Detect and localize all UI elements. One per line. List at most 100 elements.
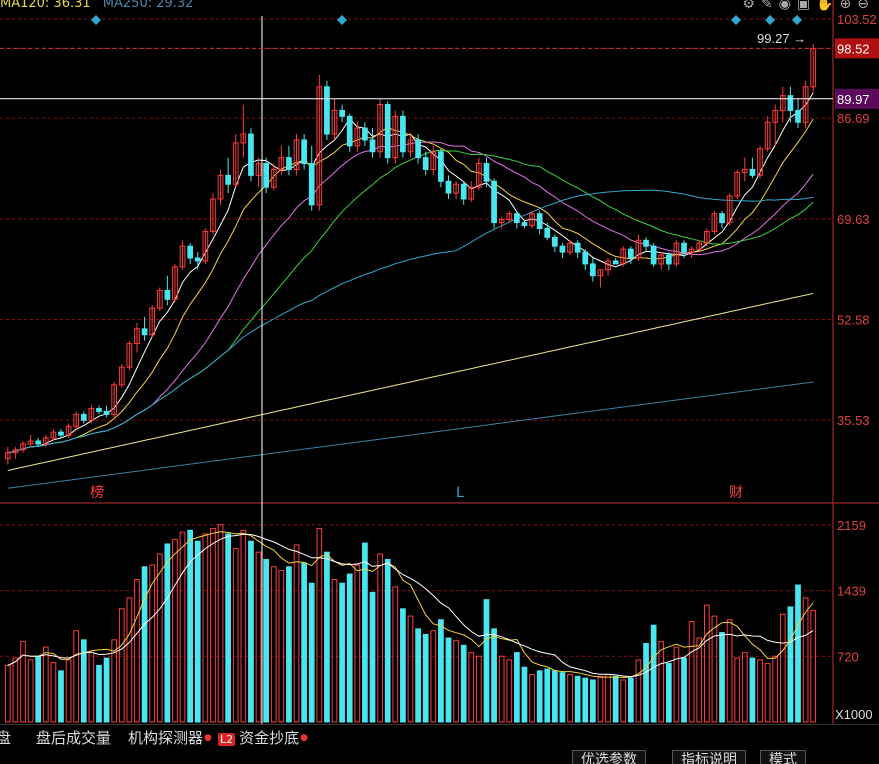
volume-bar (453, 640, 459, 723)
volume-bar (688, 621, 695, 723)
candle-body (187, 245, 194, 259)
ma10-line (7, 118, 814, 454)
candle-body (665, 254, 672, 265)
candle-body (384, 104, 391, 159)
volume-bar (377, 553, 383, 723)
volume-bar (658, 641, 665, 723)
volume-bar (438, 619, 444, 723)
candle-body (400, 115, 406, 153)
volume-bar (118, 608, 125, 723)
candle-body (559, 245, 566, 253)
button-label: 指标说明 (681, 752, 737, 764)
volume-bar (346, 573, 353, 723)
volume-bar (627, 677, 634, 723)
kline-chart[interactable]: 103.52 98.52 89.97 86.69 69.63 52.58 35.53 2159… (0, 0, 879, 724)
candle-body (286, 157, 292, 170)
event-diamond-icon (337, 15, 347, 25)
candle-body (194, 257, 201, 262)
candle-body (103, 410, 110, 415)
volume-tick-label: 1439 (837, 584, 866, 599)
volume-tick-label: 2159 (837, 518, 866, 533)
volume-bar (567, 674, 573, 723)
new-dot-icon: ● (300, 733, 309, 743)
volume-bar (301, 562, 307, 723)
volume-bar (149, 564, 156, 723)
candle-body (544, 227, 551, 238)
volume-bar (476, 655, 482, 723)
volume-bar (202, 533, 209, 723)
volume-bar (521, 666, 528, 723)
volume-bar (308, 582, 315, 723)
candle-body (552, 236, 558, 247)
volume-bar (65, 659, 72, 723)
volume-bar (681, 657, 687, 723)
volume-bar (164, 543, 171, 723)
volume-bar (270, 566, 277, 723)
tab-institution-detector[interactable]: 机构探测器● (128, 728, 212, 748)
volume-bar (810, 610, 817, 723)
volume-bar (331, 579, 338, 723)
volume-bar (422, 633, 429, 723)
candle-body (35, 440, 42, 445)
tab-fund-bottom[interactable]: L2 资金抄底● (218, 728, 308, 748)
price-tick-label: 89.97 (837, 92, 870, 107)
volume-bar (339, 582, 345, 723)
volume-bar (141, 566, 148, 723)
volume-bar (741, 652, 748, 723)
volume-bar (772, 655, 779, 723)
volume-ma-lines (7, 531, 814, 678)
candle-body (80, 413, 87, 421)
button-label: 模式 (769, 752, 797, 764)
candle-body (643, 239, 649, 247)
bottom-button-bar: 优选参数 指标说明 模式 (0, 750, 879, 764)
button-label: 优选参数 (581, 752, 637, 764)
volume-bar (210, 527, 216, 723)
volume-bar (749, 657, 756, 723)
volume-bar (552, 670, 558, 723)
volume-series (4, 524, 817, 723)
volume-bar (217, 524, 224, 723)
candle-body (422, 157, 429, 170)
volume-bar (529, 674, 535, 723)
volume-bar (574, 675, 581, 723)
candle-body (719, 213, 725, 224)
price-tick-label: 86.69 (837, 111, 870, 126)
volume-bar (506, 659, 513, 723)
new-dot-icon: ● (204, 733, 212, 743)
volume-bar (491, 628, 497, 723)
price-tick-label: 98.52 (837, 41, 870, 56)
volume-bar (703, 604, 710, 723)
volume-bar (795, 584, 801, 723)
candle-body (164, 289, 171, 300)
ma250-line (7, 381, 814, 489)
volume-bar (20, 641, 26, 723)
event-diamond-icon (765, 15, 775, 25)
volume-bar (27, 659, 34, 723)
volume-bar (544, 668, 551, 723)
tab-pan[interactable]: 盘 (0, 728, 11, 748)
volume-bar (172, 538, 178, 723)
volume-bar (536, 670, 543, 723)
ma20-line (7, 141, 814, 454)
volume-bar (240, 529, 247, 723)
volume-bar (734, 657, 741, 723)
candle-body (369, 139, 376, 153)
mode-button[interactable]: 模式 (760, 750, 806, 764)
volume-bar (779, 613, 786, 723)
volume-bar (802, 597, 809, 723)
candle-body (521, 222, 528, 227)
candle-body (612, 260, 619, 265)
candle-body (362, 127, 368, 141)
indicator-help-button[interactable]: 指标说明 (672, 750, 746, 764)
candle-body (438, 151, 444, 182)
volume-bar (286, 566, 292, 723)
volume-bar (757, 659, 763, 723)
volume-bar (278, 569, 285, 723)
tab-label: 资金抄底 (239, 729, 300, 747)
volume-bar (483, 599, 490, 723)
optimize-params-button[interactable]: 优选参数 (572, 750, 646, 764)
candle-body (787, 95, 794, 111)
event-marker-label: 财 (729, 485, 743, 501)
tab-after-hours-volume[interactable]: 盘后成交量 (36, 728, 111, 748)
price-tick-label: 52.58 (837, 313, 870, 328)
